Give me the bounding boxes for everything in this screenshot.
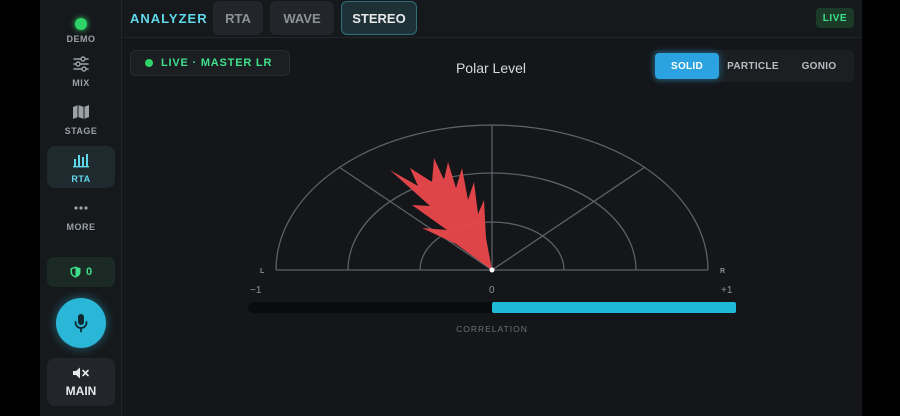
sidebar-item-rta[interactable]: RTA [47, 146, 115, 188]
app-title: ANALYZER [130, 11, 208, 26]
mode-gonio-button[interactable]: GONIO [787, 53, 851, 79]
tab-wave[interactable]: WAVE [270, 1, 334, 35]
sidebar-item-label: RTA [71, 174, 91, 184]
bar-chart-icon [73, 154, 89, 168]
demo-status-dot-icon [75, 18, 87, 30]
shield-icon [70, 266, 81, 278]
map-icon [73, 105, 89, 119]
sidebar-item-demo[interactable]: DEMO [47, 6, 115, 48]
live-badge: LIVE [815, 8, 854, 28]
correlation-fill [492, 302, 736, 313]
mic-button[interactable] [56, 298, 106, 348]
speaker-mute-icon [73, 367, 89, 379]
scope-right-diagonal [491, 166, 646, 271]
sidebar-item-label: DEMO [66, 34, 96, 44]
mode-solid-button[interactable]: SOLID [655, 53, 719, 79]
more-dots-icon [74, 206, 88, 210]
scale-max-label: +1 [721, 285, 733, 296]
polar-origin-dot [489, 267, 495, 273]
top-bar: ANALYZER RTA WAVE STEREO LIVE [122, 0, 862, 38]
sidebar-item-stage[interactable]: STAGE [47, 98, 115, 140]
scale-mid-label: 0 [489, 285, 495, 296]
tab-rta[interactable]: RTA [213, 1, 263, 35]
protection-count: 0 [85, 266, 93, 278]
sidebar-item-more[interactable]: MORE [47, 194, 115, 236]
mode-particle-button[interactable]: PARTICLE [721, 53, 785, 79]
scope-left-label: L [260, 268, 265, 275]
microphone-icon [74, 314, 88, 333]
stereo-panel: L R −1 0 +1 CORRELATION LIVE · MASTER LR… [122, 40, 862, 416]
scale-min-label: −1 [250, 285, 262, 296]
main-mute-button[interactable]: MAIN [47, 358, 115, 406]
sidebar-item-mix[interactable]: MIX [47, 50, 115, 92]
sidebar-item-label: MORE [66, 222, 96, 232]
scope-right-label: R [720, 268, 725, 275]
polar-scope: L R −1 0 +1 CORRELATION [248, 124, 736, 334]
protection-badge[interactable]: 0 [47, 257, 115, 287]
sidebar-item-label: MIX [72, 78, 90, 88]
sidebar-item-label: STAGE [64, 126, 98, 136]
polar-level-fill [390, 158, 492, 270]
sidebar: DEMO MIX STAGE RTA MORE 0 MAIN [40, 0, 122, 416]
main-label: MAIN [65, 384, 97, 398]
correlation-label: CORRELATION [456, 324, 528, 334]
display-mode-selector: SOLID PARTICLE GONIO [652, 50, 854, 82]
sliders-icon [73, 56, 89, 72]
tab-stereo[interactable]: STEREO [341, 1, 417, 35]
